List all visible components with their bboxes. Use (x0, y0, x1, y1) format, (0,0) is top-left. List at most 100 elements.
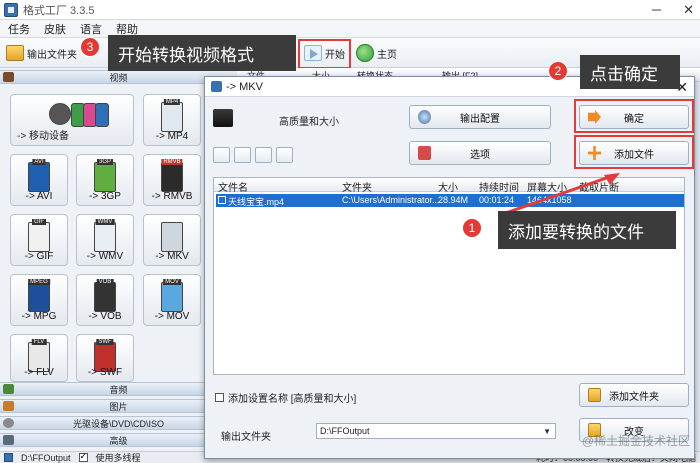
image-icon (3, 401, 14, 411)
audio-category-bar[interactable]: 音频 (0, 382, 237, 396)
file-info-icon[interactable] (276, 147, 293, 163)
step3-callout: 开始转换视频格式 (108, 35, 296, 71)
format-button-rmvb[interactable]: RMVB -> RMVB (143, 154, 201, 206)
avi-icon (28, 162, 50, 192)
format-label-mobile: -> 移动设备 (17, 131, 69, 142)
step2-text: 点击确定 (590, 64, 658, 84)
options-label: 选项 (470, 149, 490, 161)
home-label: 主页 (377, 49, 397, 61)
mkv-profile-icon (213, 109, 233, 127)
status-output-path[interactable]: D:\FFOutput (21, 453, 71, 463)
mpg-icon (28, 282, 50, 312)
file-tools (213, 147, 293, 163)
gif-tag: GIF (32, 219, 46, 225)
multithread-label: 使用多线程 (95, 453, 141, 463)
mov-tag: MOV (163, 279, 181, 285)
config-icon (418, 110, 431, 124)
swf-tag: SWF (96, 339, 114, 345)
row-folder: C:\Users\Administrator... (342, 195, 440, 205)
output-config-label: 输出配置 (460, 113, 500, 125)
output-folder-value: D:\FFOutput (320, 426, 370, 436)
menu-item-language[interactable]: 语言 (80, 21, 102, 37)
audio-category-label: 音频 (109, 384, 128, 395)
wmv-tag: WMV (95, 219, 115, 225)
window-title: 格式工厂 3.3.5 (23, 4, 95, 17)
rmvb-tag: RMVB (161, 159, 183, 165)
format-button-flv[interactable]: FLV -> FLV (10, 334, 68, 382)
disc-icon (3, 418, 14, 428)
flv-tag: FLV (31, 339, 47, 345)
format-button-mkv[interactable]: -> MKV (143, 214, 201, 266)
format-button-mp4[interactable]: MP4 -> MP4 (143, 94, 201, 146)
play-file-icon[interactable] (255, 147, 272, 163)
advanced-category-label: 高级 (109, 435, 128, 446)
output-path-icon (4, 453, 13, 462)
step2-badge: 2 (548, 61, 568, 81)
add-setting-name-option[interactable]: 添加设置名称 [高质量和大小] (215, 390, 356, 405)
3gp-tag: 3GP (96, 159, 114, 165)
output-folder-select[interactable]: D:\FFOutput ▼ (316, 423, 556, 439)
format-button-3gp[interactable]: 3GP -> 3GP (76, 154, 134, 206)
advanced-category-bar[interactable]: 高级 (0, 433, 237, 447)
format-button-avi[interactable]: AVI -> AVI (10, 154, 68, 206)
add-setting-name-checkbox[interactable] (215, 393, 224, 402)
format-label-wmv: -> WMV (86, 251, 124, 262)
format-button-wmv[interactable]: WMV -> WMV (76, 214, 134, 266)
format-label-vob: -> VOB (88, 311, 122, 322)
menu-item-skin[interactable]: 皮肤 (44, 21, 66, 37)
format-label-mpg: -> MPG (21, 311, 57, 322)
vob-tag: VOB (96, 279, 114, 285)
rmvb-icon (161, 162, 183, 192)
format-label-mp4: -> MP4 (155, 131, 189, 142)
output-folder-button[interactable]: 输出文件夹 (6, 42, 77, 64)
mp4-tag: MP4 (163, 99, 181, 105)
options-button[interactable]: 选项 (409, 141, 551, 165)
image-category-label: 图片 (109, 401, 128, 412)
rom-category-bar[interactable]: 光驱设备\DVD\CD\ISO (0, 416, 237, 430)
row-size: 28.94M (438, 195, 469, 205)
format-button-vob[interactable]: VOB -> VOB (76, 274, 134, 326)
menu-item-tasks[interactable]: 任务 (8, 21, 30, 37)
mov-icon (161, 282, 183, 312)
folder-icon (6, 45, 24, 61)
step2-callout: 点击确定 (580, 55, 680, 89)
mpg-tag: MPEG (28, 279, 50, 285)
start-highlight-box (298, 39, 351, 69)
row-filename: 天线宝宝.mp4 (228, 197, 285, 207)
format-button-mov[interactable]: MOV -> MOV (143, 274, 201, 326)
clear-list-icon[interactable] (234, 147, 251, 163)
step1-badge: 1 (462, 218, 482, 238)
close-button[interactable]: ✕ (683, 2, 694, 18)
home-button[interactable]: 主页 (356, 42, 397, 64)
format-button-gif[interactable]: GIF -> GIF (10, 214, 68, 266)
format-label-swf: -> SWF (87, 367, 123, 378)
gif-icon (28, 222, 50, 252)
video-category-bar[interactable]: 视频 (0, 70, 237, 84)
add-folder-button[interactable]: 添加文件夹 (579, 383, 689, 407)
step3-text: 开始转换视频格式 (118, 45, 254, 65)
wmv-icon (94, 222, 116, 252)
step1-text: 添加要转换的文件 (508, 222, 644, 242)
image-category-bar[interactable]: 图片 (0, 399, 237, 413)
format-button-mobile[interactable]: -> 移动设备 (10, 94, 134, 146)
ok-highlight-box (574, 99, 694, 133)
quality-label: 高质量和大小 (279, 117, 339, 128)
mp4-icon (161, 102, 183, 132)
app-icon (4, 2, 18, 17)
mobile-device-icon (49, 101, 109, 129)
multithread-checkbox[interactable] (78, 451, 88, 462)
format-button-swf[interactable]: SWF -> SWF (76, 334, 134, 382)
col-size[interactable]: 大小 (438, 179, 458, 194)
col-folder[interactable]: 文件夹 (342, 179, 372, 194)
step3-badge: 3 (80, 37, 100, 57)
format-button-mpg[interactable]: MPEG -> MPG (10, 274, 68, 326)
avi-tag: AVI (32, 159, 46, 165)
folder-plus-icon (588, 388, 601, 402)
output-folder-label: 输出文件夹 (27, 49, 77, 61)
remove-file-icon[interactable] (213, 147, 230, 163)
col-filename[interactable]: 文件名 (218, 179, 248, 194)
menu-bar: 任务 皮肤 语言 帮助 (0, 20, 700, 38)
output-config-button[interactable]: 输出配置 (409, 105, 551, 129)
minimize-button[interactable]: ─ (652, 2, 661, 18)
3gp-icon (94, 162, 116, 192)
